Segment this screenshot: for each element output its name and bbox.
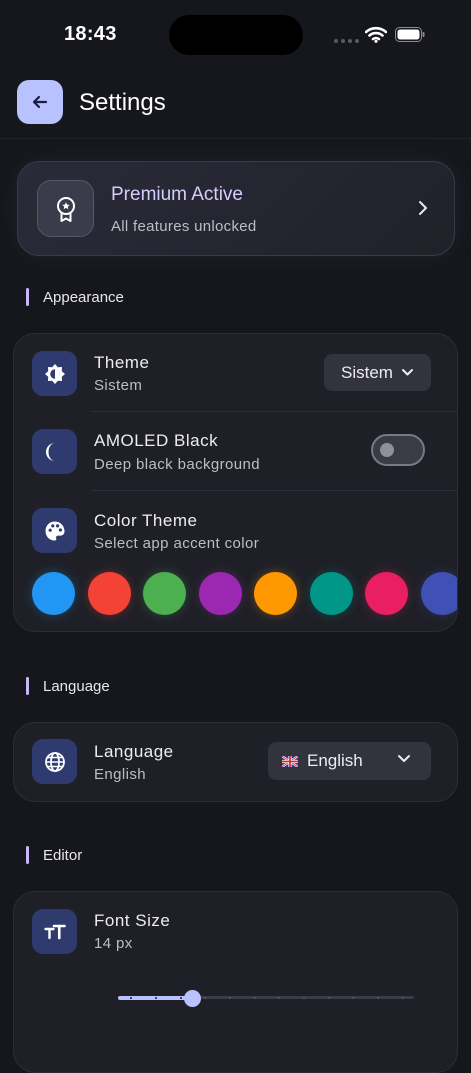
language-card: Language English English — [13, 722, 458, 802]
amoled-icon-box — [32, 429, 77, 474]
globe-icon — [44, 751, 65, 772]
text-size-icon — [43, 924, 66, 939]
status-bar: 18:43 — [0, 0, 471, 70]
font-size-icon-box — [32, 909, 77, 954]
moon-icon — [45, 442, 55, 461]
color-swatch[interactable] — [143, 572, 186, 615]
chevron-right-icon — [419, 201, 427, 215]
theme-icon-box — [32, 351, 77, 396]
battery-icon — [395, 27, 425, 42]
slider-tick — [155, 997, 157, 999]
section-language-label: Language — [43, 677, 110, 695]
slider-tick — [401, 997, 404, 999]
language-select-value: English — [307, 751, 363, 770]
dynamic-island — [169, 15, 303, 55]
premium-title: Premium Active — [111, 184, 243, 205]
color-swatch[interactable] — [365, 572, 408, 615]
color-theme-subtitle: Select app accent color — [94, 535, 260, 552]
back-button[interactable] — [17, 80, 63, 124]
slider-tick — [303, 997, 305, 999]
color-theme-title: Color Theme — [94, 511, 198, 530]
premium-icon-box — [37, 180, 94, 237]
palette-icon — [45, 521, 64, 540]
brightness-icon — [44, 363, 65, 384]
chevron-down-icon — [401, 369, 413, 376]
theme-select-value: Sistem — [341, 362, 393, 382]
divider — [91, 411, 457, 412]
appearance-card: Theme Sistem Sistem AMOLED Black Deep bl… — [13, 333, 458, 632]
uk-flag-icon — [282, 756, 298, 767]
slider-tick — [229, 997, 231, 999]
slider-tick — [377, 997, 379, 999]
font-size-title: Font Size — [94, 911, 171, 930]
wifi-icon — [365, 26, 387, 43]
amoled-toggle[interactable] — [371, 434, 425, 466]
arrow-left-icon — [32, 95, 48, 109]
section-appearance-label: Appearance — [43, 288, 124, 306]
page-title: Settings — [79, 89, 166, 116]
editor-card: Font Size 14 px — [13, 891, 458, 1073]
premium-card[interactable]: Premium Active All features unlocked — [17, 161, 455, 256]
section-marker — [26, 288, 29, 306]
language-title: Language — [94, 742, 174, 761]
color-swatch[interactable] — [87, 572, 131, 615]
section-marker — [26, 846, 29, 864]
section-editor-label: Editor — [43, 846, 83, 864]
color-swatch[interactable] — [309, 572, 353, 615]
font-size-slider[interactable] — [118, 990, 414, 1007]
color-swatch[interactable] — [198, 572, 242, 615]
color-swatch[interactable] — [254, 572, 297, 615]
section-marker — [26, 677, 29, 695]
color-theme-icon-box — [32, 508, 77, 553]
section-editor: Editor — [26, 845, 82, 865]
language-icon-box — [32, 739, 77, 784]
section-language: Language — [26, 676, 110, 696]
theme-subtitle: Sistem — [94, 377, 143, 394]
font-size-subtitle: 14 px — [94, 935, 133, 952]
slider-thumb[interactable] — [184, 990, 201, 1007]
cellular-signal-icon — [334, 39, 359, 43]
amoled-title: AMOLED Black — [94, 431, 219, 450]
award-badge-icon — [56, 196, 75, 222]
chevron-down-icon — [398, 755, 410, 762]
section-appearance: Appearance — [26, 287, 124, 307]
theme-select[interactable]: Sistem — [324, 354, 431, 391]
amoled-subtitle: Deep black background — [94, 456, 261, 473]
language-subtitle: English — [94, 766, 146, 783]
color-swatch[interactable] — [420, 572, 457, 615]
toggle-knob — [380, 443, 394, 457]
premium-subtitle: All features unlocked — [111, 218, 257, 235]
language-select[interactable]: English — [268, 742, 431, 780]
slider-tick — [179, 997, 182, 999]
app-header: Settings — [0, 70, 471, 139]
color-swatch[interactable] — [32, 572, 75, 615]
slider-tick — [327, 997, 330, 999]
theme-title: Theme — [94, 353, 150, 372]
divider — [91, 490, 457, 491]
status-time: 18:43 — [64, 23, 117, 45]
slider-tick — [253, 997, 256, 999]
